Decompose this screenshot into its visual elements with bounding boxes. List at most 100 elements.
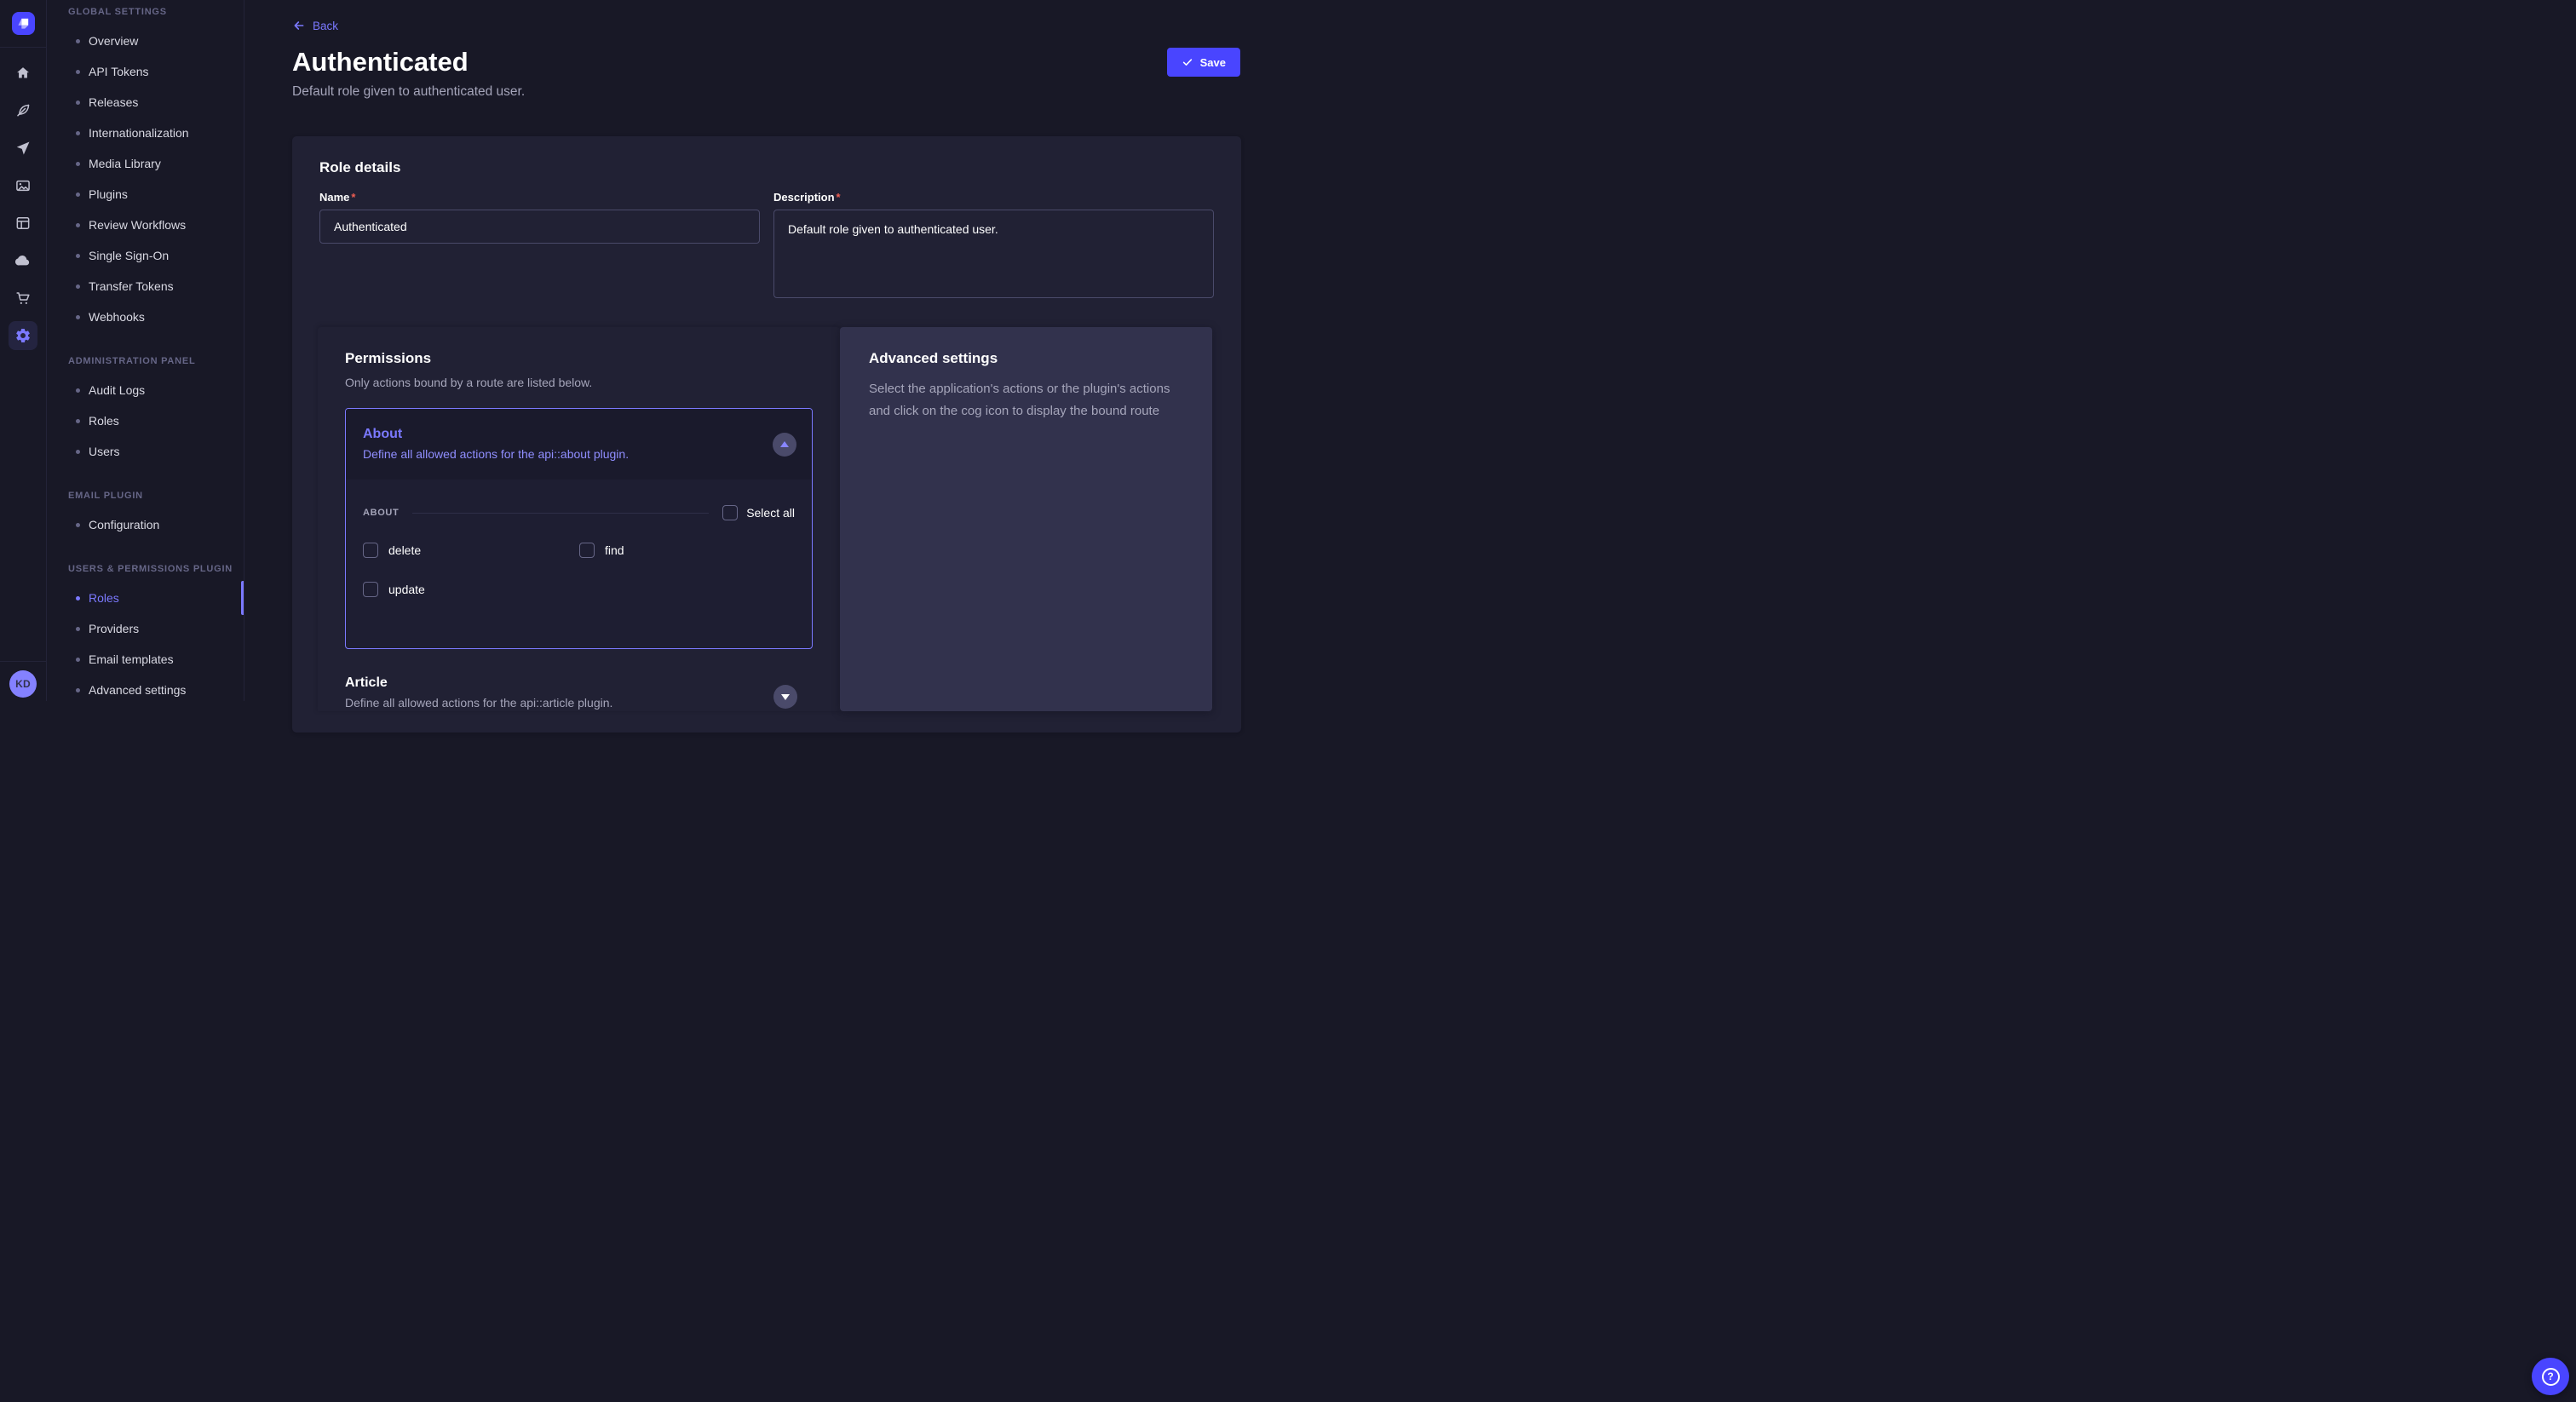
active-indicator — [241, 581, 244, 615]
sidebar-item-email-templates[interactable]: Email templates — [47, 644, 244, 675]
advanced-settings-title: Advanced settings — [869, 349, 1183, 368]
sidebar-item-label: Advanced settings — [89, 683, 186, 697]
save-button[interactable]: Save — [1167, 48, 1240, 77]
sidebar-item-label: Configuration — [89, 518, 159, 531]
expand-toggle-button[interactable] — [773, 685, 797, 709]
accordion-about-body: ABOUT Select all delete — [346, 480, 812, 597]
permission-label: update — [388, 583, 425, 596]
name-input[interactable] — [319, 210, 760, 244]
main-content: Back Authenticated Default role given to… — [244, 0, 1288, 701]
bullet-icon — [76, 658, 80, 662]
sidebar-item-internationalization[interactable]: Internationalization — [47, 118, 244, 148]
help-button[interactable]: ? — [2532, 1358, 2569, 1395]
required-asterisk: * — [351, 191, 355, 204]
sidebar-item-up-roles[interactable]: Roles — [47, 583, 244, 613]
sidebar-item-label: Roles — [89, 591, 119, 605]
strapi-logo-icon — [14, 14, 32, 32]
sidebar-item-admin-users[interactable]: Users — [47, 436, 244, 467]
cloud-icon[interactable] — [0, 242, 47, 279]
bullet-icon — [76, 192, 80, 197]
chevron-up-icon — [780, 441, 789, 447]
bullet-icon — [76, 162, 80, 166]
sidebar-item-advanced-settings[interactable]: Advanced settings — [47, 675, 244, 701]
accordion-article-header[interactable]: Article Define all allowed actions for t… — [345, 668, 813, 711]
select-all-label: Select all — [746, 506, 795, 520]
sidebar-item-releases[interactable]: Releases — [47, 87, 244, 118]
name-field-group: Name* — [319, 191, 760, 302]
bullet-icon — [76, 596, 80, 600]
content-icon[interactable] — [0, 92, 47, 129]
marketplace-icon[interactable] — [0, 279, 47, 317]
divider-line — [412, 513, 709, 514]
sidebar-item-label: Providers — [89, 622, 139, 635]
page-subtitle: Default role given to authenticated user… — [292, 83, 1288, 101]
bullet-icon — [76, 388, 80, 393]
permissions-title: Permissions — [345, 349, 813, 368]
accordion-about-subtitle: Define all allowed actions for the api::… — [363, 445, 795, 463]
release-icon[interactable] — [0, 129, 47, 167]
sidebar-item-transfer-tokens[interactable]: Transfer Tokens — [47, 271, 244, 302]
permissions-panel: Permissions Only actions bound by a rout… — [318, 327, 840, 711]
avatar[interactable]: KD — [9, 670, 37, 698]
strapi-logo[interactable] — [12, 12, 35, 35]
sidebar-item-overview[interactable]: Overview — [47, 26, 244, 56]
sidebar-item-label: Roles — [89, 414, 119, 428]
select-all-checkbox[interactable] — [722, 505, 738, 520]
media-library-icon[interactable] — [0, 167, 47, 204]
update-checkbox[interactable] — [363, 582, 378, 597]
save-label: Save — [1200, 56, 1226, 69]
find-checkbox[interactable] — [579, 543, 595, 558]
description-label: Description* — [773, 191, 1214, 204]
name-label: Name* — [319, 191, 760, 204]
permissions-subtitle: Only actions bound by a route are listed… — [345, 374, 813, 391]
sidebar-item-admin-roles[interactable]: Roles — [47, 405, 244, 436]
subnav-section-users-permissions-plugin: USERS & PERMISSIONS PLUGIN — [47, 562, 244, 576]
page-title: Authenticated — [292, 45, 1288, 79]
delete-checkbox[interactable] — [363, 543, 378, 558]
sidebar-item-label: Webhooks — [89, 310, 145, 324]
select-all-control: Select all — [722, 505, 795, 520]
sidebar-item-media-library[interactable]: Media Library — [47, 148, 244, 179]
role-details-section: Role details Name* Description* — [292, 136, 1241, 327]
back-link[interactable]: Back — [292, 17, 338, 34]
sidebar-item-label: Media Library — [89, 157, 161, 170]
sidebar-item-label: Review Workflows — [89, 218, 186, 232]
sidebar-item-providers[interactable]: Providers — [47, 613, 244, 644]
sidebar-item-audit-logs[interactable]: Audit Logs — [47, 375, 244, 405]
bullet-icon — [76, 315, 80, 319]
sidebar-item-plugins[interactable]: Plugins — [47, 179, 244, 210]
bullet-icon — [76, 523, 80, 527]
sidebar-item-label: Users — [89, 445, 120, 458]
accordion-article-subtitle: Define all allowed actions for the api::… — [345, 694, 813, 711]
content-type-builder-icon[interactable] — [0, 204, 47, 242]
check-icon — [1182, 56, 1193, 68]
collapse-toggle-button[interactable] — [773, 433, 796, 457]
settings-icon[interactable] — [0, 317, 47, 354]
advanced-settings-description: Select the application's actions or the … — [869, 378, 1183, 422]
advanced-settings-panel: Advanced settings Select the application… — [840, 327, 1212, 711]
accordion-about-header[interactable]: About Define all allowed actions for the… — [346, 409, 812, 480]
bullet-icon — [76, 101, 80, 105]
sidebar-item-label: Releases — [89, 95, 138, 109]
icon-rail: KD — [0, 0, 47, 701]
sidebar-item-review-workflows[interactable]: Review Workflows — [47, 210, 244, 240]
permission-update: update — [363, 582, 579, 597]
settings-subnav: GLOBAL SETTINGS Overview API Tokens Rele… — [47, 0, 244, 701]
accordion-about: About Define all allowed actions for the… — [345, 408, 813, 649]
sidebar-item-api-tokens[interactable]: API Tokens — [47, 56, 244, 87]
sidebar-item-webhooks[interactable]: Webhooks — [47, 302, 244, 332]
rail-divider — [0, 47, 47, 48]
role-details-title: Role details — [319, 158, 1214, 177]
description-textarea[interactable] — [773, 210, 1214, 298]
permission-find: find — [579, 543, 795, 558]
sidebar-item-label: Single Sign-On — [89, 249, 169, 262]
sidebar-item-label: Email templates — [89, 652, 174, 666]
sidebar-item-single-sign-on[interactable]: Single Sign-On — [47, 240, 244, 271]
sidebar-item-label: Transfer Tokens — [89, 279, 174, 293]
bullet-icon — [76, 70, 80, 74]
required-asterisk: * — [837, 191, 841, 204]
subnav-section-global-settings: GLOBAL SETTINGS — [47, 5, 244, 19]
permission-label: find — [605, 543, 624, 557]
sidebar-item-configuration[interactable]: Configuration — [47, 509, 244, 540]
home-icon[interactable] — [0, 55, 47, 92]
